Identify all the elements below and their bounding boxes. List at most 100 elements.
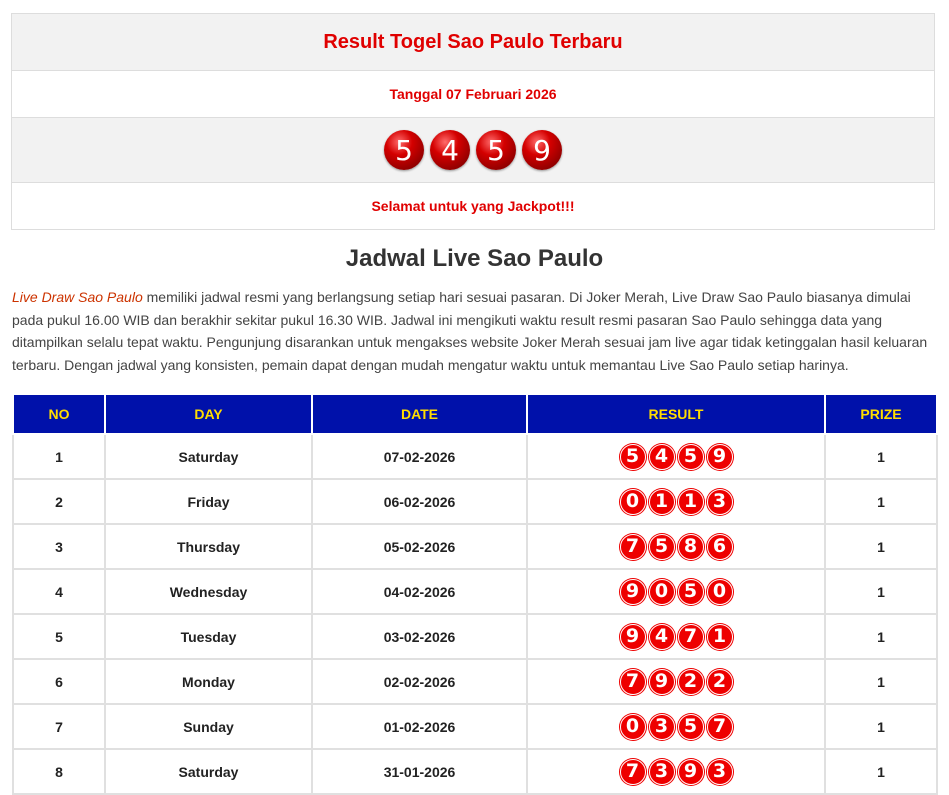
cell-prize: 1	[824, 568, 938, 615]
header-day: DAY	[104, 393, 313, 435]
result-ball: 3	[648, 713, 675, 740]
result-ball: 7	[677, 623, 704, 650]
header-date: DATE	[311, 393, 528, 435]
result-balls: 5459	[528, 443, 824, 470]
result-ball: 5	[619, 443, 646, 470]
result-ball: 4	[648, 623, 675, 650]
result-ball: 1	[706, 623, 733, 650]
header-prize: PRIZE	[824, 393, 938, 435]
live-draw-link[interactable]: Live Draw Sao Paulo	[12, 289, 143, 305]
cell-date: 03-02-2026	[311, 613, 528, 660]
cell-result: 0113	[526, 478, 826, 525]
cell-day: Thursday	[104, 523, 313, 570]
cell-day: Saturday	[104, 748, 313, 795]
result-box: Result Togel Sao Paulo Terbaru Tanggal 0…	[11, 13, 935, 230]
result-ball: 6	[706, 533, 733, 560]
cell-date: 02-02-2026	[311, 658, 528, 705]
cell-result: 7393	[526, 748, 826, 795]
result-ball: 5	[677, 713, 704, 740]
result-balls: 0357	[528, 713, 824, 740]
cell-no: 7	[12, 703, 106, 750]
result-ball: 7	[619, 668, 646, 695]
table-row: 3 Thursday 05-02-2026 7 5 8 6 1	[12, 523, 938, 570]
result-balls: 7586	[528, 533, 824, 560]
result-ball: 9	[619, 623, 646, 650]
cell-prize: 1	[824, 748, 938, 795]
result-ball: 9	[619, 578, 646, 605]
cell-date: 04-02-2026	[311, 568, 528, 615]
cell-result: 7586	[526, 523, 826, 570]
table-row: 7 Sunday 01-02-2026 0 3 5 7 1	[12, 703, 938, 750]
result-ball: 2	[677, 668, 704, 695]
cell-date: 07-02-2026	[311, 433, 528, 480]
result-ball: 0	[706, 578, 733, 605]
table-row: 6 Monday 02-02-2026 7 9 2 2 1	[12, 658, 938, 705]
schedule-heading: Jadwal Live Sao Paulo	[345, 245, 604, 272]
result-ball: 2	[706, 668, 733, 695]
cell-prize: 1	[824, 433, 938, 480]
result-ball: 3	[706, 758, 733, 785]
result-ball: 0	[619, 713, 646, 740]
result-balls: 7393	[528, 758, 824, 785]
result-date: Tanggal 07 Februari 2026	[389, 86, 557, 102]
cell-no: 8	[12, 748, 106, 795]
cell-no: 1	[12, 433, 106, 480]
result-balls: 9050	[528, 578, 824, 605]
cell-result: 5459	[526, 433, 826, 480]
result-date-row: Tanggal 07 Februari 2026	[12, 71, 934, 118]
table-body: 1 Saturday 07-02-2026 5 4 5 9 1 2 Friday 06-02-202…	[12, 433, 938, 795]
result-ball: 8	[677, 533, 704, 560]
cell-date: 01-02-2026	[311, 703, 528, 750]
cell-prize: 1	[824, 703, 938, 750]
result-ball: 0	[619, 488, 646, 515]
table-row: 5 Tuesday 03-02-2026 9 4 7 1 1	[12, 613, 938, 660]
table-row: 2 Friday 06-02-2026 0 1 1 3 1	[12, 478, 938, 525]
result-ball: 9	[677, 758, 704, 785]
cell-prize: 1	[824, 523, 938, 570]
result-ball: 1	[648, 488, 675, 515]
header-result: RESULT	[526, 393, 826, 435]
result-ball: 3	[648, 758, 675, 785]
result-title: Result Togel Sao Paulo Terbaru	[323, 30, 623, 53]
cell-prize: 1	[824, 478, 938, 525]
cell-no: 2	[12, 478, 106, 525]
schedule-description: Live Draw Sao Paulo memiliki jadwal resm…	[12, 286, 937, 376]
result-ball: 5	[476, 130, 516, 170]
result-message: Selamat untuk yang Jackpot!!!	[371, 198, 575, 214]
cell-prize: 1	[824, 658, 938, 705]
cell-day: Sunday	[104, 703, 313, 750]
result-numbers-row: 5 4 5 9	[12, 118, 934, 183]
result-ball: 5	[648, 533, 675, 560]
cell-no: 4	[12, 568, 106, 615]
result-ball: 4	[430, 130, 470, 170]
result-ball: 5	[384, 130, 424, 170]
result-ball: 4	[648, 443, 675, 470]
cell-day: Saturday	[104, 433, 313, 480]
cell-result: 7922	[526, 658, 826, 705]
table-row: 4 Wednesday 04-02-2026 9 0 5 0 1	[12, 568, 938, 615]
result-ball: 0	[648, 578, 675, 605]
schedule-paragraph: memiliki jadwal resmi yang berlangsung s…	[12, 289, 928, 373]
result-ball: 9	[648, 668, 675, 695]
result-ball: 7	[706, 713, 733, 740]
table-row: 8 Saturday 31-01-2026 7 3 9 3 1	[12, 748, 938, 795]
result-title-row: Result Togel Sao Paulo Terbaru	[12, 14, 934, 71]
result-ball: 9	[522, 130, 562, 170]
result-balls: 0113	[528, 488, 824, 515]
cell-no: 5	[12, 613, 106, 660]
result-ball: 9	[706, 443, 733, 470]
result-balls: 7922	[528, 668, 824, 695]
cell-date: 31-01-2026	[311, 748, 528, 795]
cell-day: Friday	[104, 478, 313, 525]
result-ball: 7	[619, 533, 646, 560]
result-ball: 3	[706, 488, 733, 515]
cell-result: 0357	[526, 703, 826, 750]
cell-no: 3	[12, 523, 106, 570]
table-header-row: NO DAY DATE RESULT PRIZE	[12, 393, 938, 435]
cell-result: 9050	[526, 568, 826, 615]
cell-date: 05-02-2026	[311, 523, 528, 570]
cell-prize: 1	[824, 613, 938, 660]
result-ball: 5	[677, 443, 704, 470]
cell-day: Wednesday	[104, 568, 313, 615]
header-no: NO	[12, 393, 106, 435]
